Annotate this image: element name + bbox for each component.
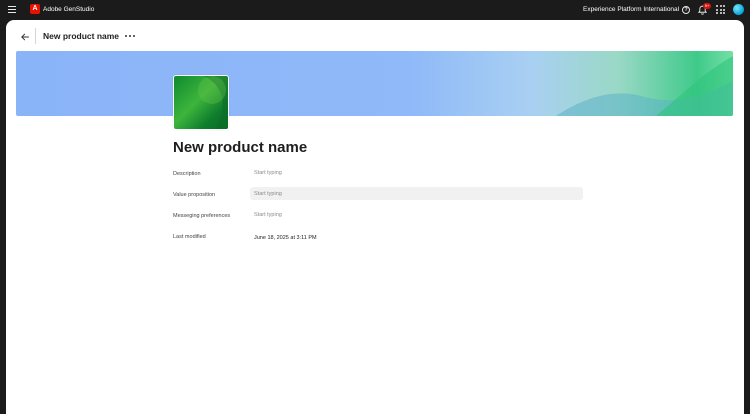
cover-banner xyxy=(16,51,733,116)
app-name[interactable]: Adobe GenStudio xyxy=(43,4,94,15)
messaging-preferences-field[interactable]: Start typing xyxy=(254,211,282,219)
apps-grid-icon[interactable] xyxy=(716,5,725,14)
product-name-heading[interactable]: New product name xyxy=(173,138,307,158)
description-field[interactable]: Start typing xyxy=(254,169,282,177)
value-proposition-label: Value proposition xyxy=(173,192,216,198)
more-icon[interactable] xyxy=(125,35,135,38)
adobe-logo-icon[interactable]: A xyxy=(30,4,40,14)
banner-wave xyxy=(556,56,733,116)
notifications-badge: 9+ xyxy=(703,3,711,9)
back-arrow-icon[interactable] xyxy=(20,32,30,42)
avatar[interactable] xyxy=(733,4,744,15)
last-modified-value: June 18, 2025 at 3:11 PM xyxy=(254,235,317,241)
last-modified-label: Last modified xyxy=(173,234,206,240)
product-image[interactable] xyxy=(173,75,229,130)
help-icon[interactable]: ? xyxy=(682,6,690,14)
menu-icon[interactable] xyxy=(8,6,16,13)
value-proposition-field-box[interactable] xyxy=(250,187,583,200)
value-proposition-field[interactable]: Start typing xyxy=(254,190,282,198)
description-label: Description xyxy=(173,171,201,177)
messaging-preferences-label: Messeging preferences xyxy=(173,213,231,219)
page-title: New product name xyxy=(43,31,120,41)
header-divider xyxy=(35,28,36,44)
main-content: New product name New product name Descri… xyxy=(6,20,744,414)
top-bar: A Adobe GenStudio Experience Platform In… xyxy=(0,0,750,20)
org-switcher[interactable]: Experience Platform International xyxy=(583,4,679,15)
